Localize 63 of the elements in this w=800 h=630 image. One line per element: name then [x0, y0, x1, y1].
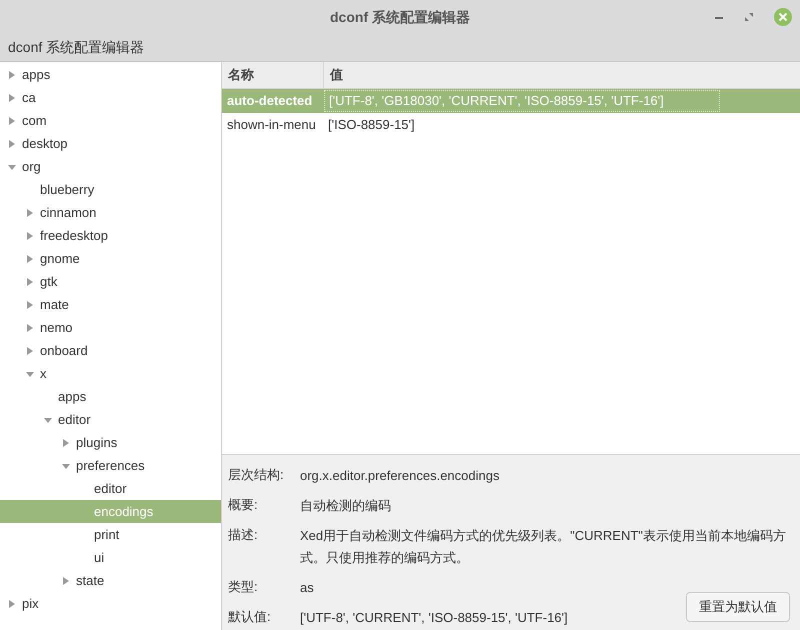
- collapsed-arrow-icon[interactable]: [62, 438, 70, 446]
- collapsed-arrow-icon[interactable]: [26, 278, 34, 286]
- tree-item[interactable]: gtk: [0, 270, 221, 293]
- key-name: shown-in-menu: [226, 116, 317, 134]
- detail-label: 描述:: [228, 526, 259, 544]
- reset-button[interactable]: 重置为默认值: [686, 592, 790, 622]
- column-header[interactable]: 值: [324, 62, 349, 88]
- tree-item[interactable]: desktop: [0, 132, 221, 155]
- collapsed-arrow-icon[interactable]: [26, 232, 34, 240]
- tree-item[interactable]: editor: [0, 408, 221, 431]
- tree-item[interactable]: cinnamon: [0, 201, 221, 224]
- detail-value: ['UTF-8', 'CURRENT', 'ISO-8859-15', 'UTF-16']: [300, 609, 569, 627]
- detail-label: 概要:: [228, 496, 259, 514]
- collapsed-arrow-icon[interactable]: [62, 576, 70, 584]
- tree-item[interactable]: apps: [0, 63, 221, 86]
- collapsed-arrow-icon[interactable]: [26, 346, 34, 354]
- detail-label: 类型:: [228, 578, 259, 596]
- tree-item[interactable]: blueberry: [0, 178, 221, 201]
- detail-value: org.x.editor.preferences.encodings: [300, 467, 500, 485]
- expanded-arrow-icon[interactable]: [8, 162, 16, 170]
- tree-item[interactable]: print: [0, 523, 221, 546]
- tree-item[interactable]: pix: [0, 592, 221, 615]
- tree-item[interactable]: state: [0, 569, 221, 592]
- key-name: auto-detected: [226, 92, 314, 110]
- tree-item[interactable]: nemo: [0, 316, 221, 339]
- tree-item[interactable]: gnome: [0, 247, 221, 270]
- collapsed-arrow-icon[interactable]: [8, 140, 16, 148]
- collapsed-arrow-icon[interactable]: [26, 208, 34, 216]
- tree-item[interactable]: preferences: [0, 454, 221, 477]
- collapsed-arrow-icon[interactable]: [26, 324, 34, 332]
- tree-item[interactable]: ca: [0, 86, 221, 109]
- collapsed-arrow-icon[interactable]: [26, 254, 34, 262]
- detail-label: 默认值:: [228, 608, 272, 626]
- collapsed-arrow-icon[interactable]: [8, 116, 16, 124]
- collapsed-arrow-icon[interactable]: [8, 94, 16, 102]
- expanded-arrow-icon[interactable]: [26, 370, 34, 378]
- close-icon[interactable]: [774, 8, 792, 26]
- tree-item[interactable]: org: [0, 155, 221, 178]
- column-header[interactable]: 名称: [222, 62, 324, 88]
- detail-label: 层次结构:: [228, 466, 285, 484]
- collapsed-arrow-icon[interactable]: [8, 70, 16, 78]
- tree-item[interactable]: onboard: [0, 339, 221, 362]
- table-row[interactable]: shown-in-menu ['ISO-8859-15']: [222, 113, 800, 137]
- expanded-arrow-icon[interactable]: [44, 416, 52, 424]
- tree-item[interactable]: com: [0, 109, 221, 132]
- collapsed-arrow-icon[interactable]: [8, 600, 16, 608]
- tree-item[interactable]: editor: [0, 477, 221, 500]
- restore-icon[interactable]: [744, 12, 754, 22]
- key-value: ['ISO-8859-15']: [327, 116, 416, 134]
- tree-item[interactable]: mate: [0, 293, 221, 316]
- tree-item[interactable]: apps: [0, 385, 221, 408]
- tree-item[interactable]: freedesktop: [0, 224, 221, 247]
- tree-item[interactable]: ui: [0, 546, 221, 569]
- collapsed-arrow-icon[interactable]: [26, 300, 34, 308]
- tree-item[interactable]: x: [0, 362, 221, 385]
- detail-value: as: [300, 579, 315, 597]
- detail-value: Xed用于自动检测文件编码方式的优先级列表。"CURRENT"表示使用当前本地编码方式。只使用推荐的编码方式。: [300, 527, 787, 567]
- window-title: dconf 系统配置编辑器: [330, 8, 470, 26]
- tree-item[interactable]: plugins: [0, 431, 221, 454]
- key-value: ['UTF-8', 'GB18030', 'CURRENT', 'ISO-8859-15', 'UTF-16']: [324, 90, 720, 112]
- expanded-arrow-icon[interactable]: [62, 462, 70, 470]
- detail-value: 自动检测的编码: [300, 497, 392, 515]
- header-title: dconf 系统配置编辑器: [8, 38, 144, 57]
